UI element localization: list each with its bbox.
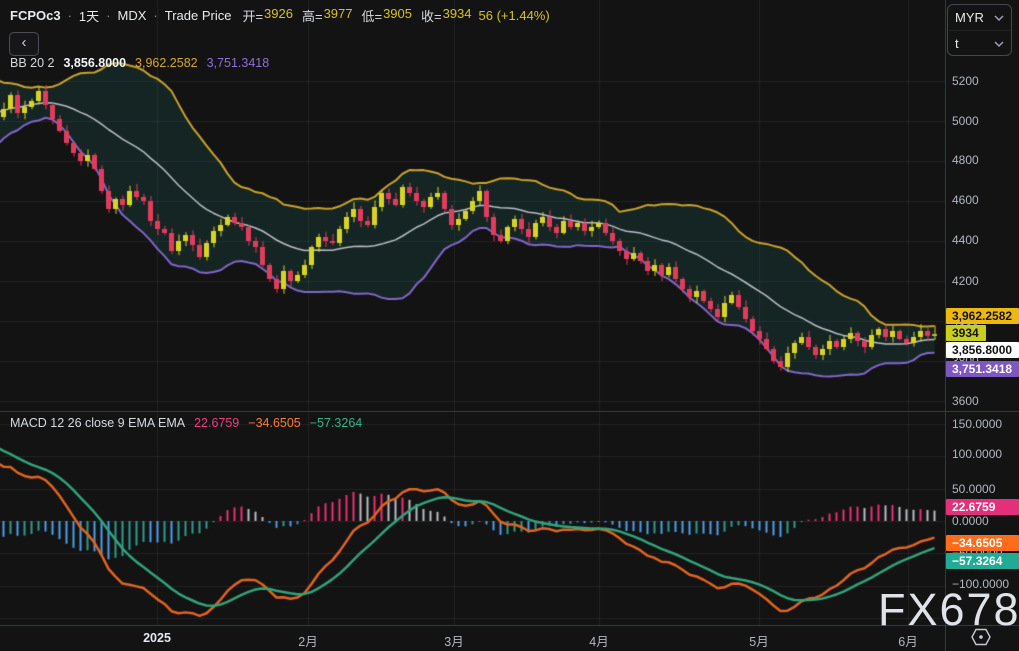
macd-chart-canvas[interactable] [0,412,945,625]
price-axis-tick: 3600 [952,394,979,408]
bb-lower-price-label: 3,751.3418 [946,361,1019,377]
fx678-watermark: FX678 [878,584,1019,635]
last-price-label: 3934 [946,325,986,341]
time-axis-label[interactable]: 5月 [727,631,791,650]
macd-hist-value-label: 22.6759 [946,499,1019,515]
macd-axis-tick: 0.0000 [952,514,989,528]
price-axis-tick: 5200 [952,74,979,88]
macd-axis-tick: 100.0000 [952,447,1003,461]
ohlc-item-label: 收= [421,9,442,24]
macd-axis-tick: 50.0000 [952,482,996,496]
time-axis-label[interactable]: 4月 [567,631,631,650]
currency-value: MYR [955,10,984,25]
bb-basis-price-label: 3,856.8000 [946,342,1019,358]
symbol-header: FCPOc3 · 1天 · MDX · Trade Price 开= 3926 高=… [10,6,550,25]
macd-indicator-title: MACD 12 26 close 9 EMA EMA [10,416,186,430]
bb-basis-value: 3,856.8000 [63,56,127,70]
series-type: Trade Price [164,8,232,23]
chevron-down-icon [994,14,1004,21]
separator-dot: · [106,8,111,23]
macd-signal-value: −57.3264 [309,416,363,430]
time-axis-label[interactable]: 2025 [125,631,189,645]
ohlc-item: 收= 3934 [421,6,472,25]
ohlc-item: 开= 3926 [242,6,293,25]
ohlc-values: 开= 3926 高= 3977 低= 3905 收= 3934 [242,6,471,25]
bb-lower-value: 3,751.3418 [206,56,270,70]
bb-upper-price-label: 3,962.2582 [946,308,1019,324]
macd-indicator-row[interactable]: MACD 12 26 close 9 EMA EMA 22.6759 −34.6… [10,416,362,430]
ohlc-item-label: 开= [242,9,264,24]
macd-line-value: −34.6505 [248,416,301,430]
macd-axis-tick: 150.0000 [952,417,1003,431]
ohlc-item-label: 低= [361,9,383,24]
currency-dropdown[interactable]: MYR [948,5,1011,30]
unit-dropdown[interactable]: t [948,31,1011,56]
ohlc-item-value: 3934 [442,6,472,21]
separator-dot: · [67,8,72,23]
bb-upper-value: 3,962.2582 [135,56,198,70]
hexagon-logo-icon[interactable] [971,628,991,646]
ohlc-item-value: 3977 [323,6,353,21]
price-axis-tick: 4200 [952,274,979,288]
price-axis-tick: 4800 [952,153,979,167]
currency-unit-box: MYR t [947,4,1012,56]
interval-value[interactable]: 1天 [79,6,99,25]
time-axis-label[interactable]: 3月 [422,631,486,650]
price-axis-tick: 4400 [952,233,979,247]
time-axis-separator [0,625,1019,626]
ohlc-item: 高= 3977 [302,6,353,25]
ohlc-item: 低= 3905 [361,6,412,25]
symbol-name[interactable]: FCPOc3 [10,8,61,23]
ohlc-item-value: 3905 [383,6,412,21]
panel-separator[interactable] [0,411,1019,412]
macd-hist-value: 22.6759 [194,416,240,430]
unit-value: t [955,36,959,51]
chart-app: FCPOc3 · 1天 · MDX · Trade Price 开= 3926 高=… [0,0,1019,651]
ohlc-item-value: 3926 [264,6,293,21]
separator-dot: · [153,8,158,23]
bb-indicator-title: BB 20 2 [10,56,55,70]
chevron-down-icon [994,40,1004,47]
ohlc-item-label: 高= [301,9,323,24]
price-axis-tick: 5000 [952,114,979,128]
macd-line-value-label: −34.6505 [946,535,1019,551]
exchange-name[interactable]: MDX [118,8,147,23]
bb-indicator-row[interactable]: BB 20 2 3,856.8000 3,962.2582 3,751.3418 [10,56,269,70]
time-axis-label[interactable]: 2月 [276,631,340,650]
price-axis-tick: 4600 [952,193,979,207]
macd-signal-value-label: −57.3264 [946,553,1019,569]
back-button[interactable]: ‹ [9,32,39,56]
change-value: 56 (+1.44%) [478,8,550,23]
